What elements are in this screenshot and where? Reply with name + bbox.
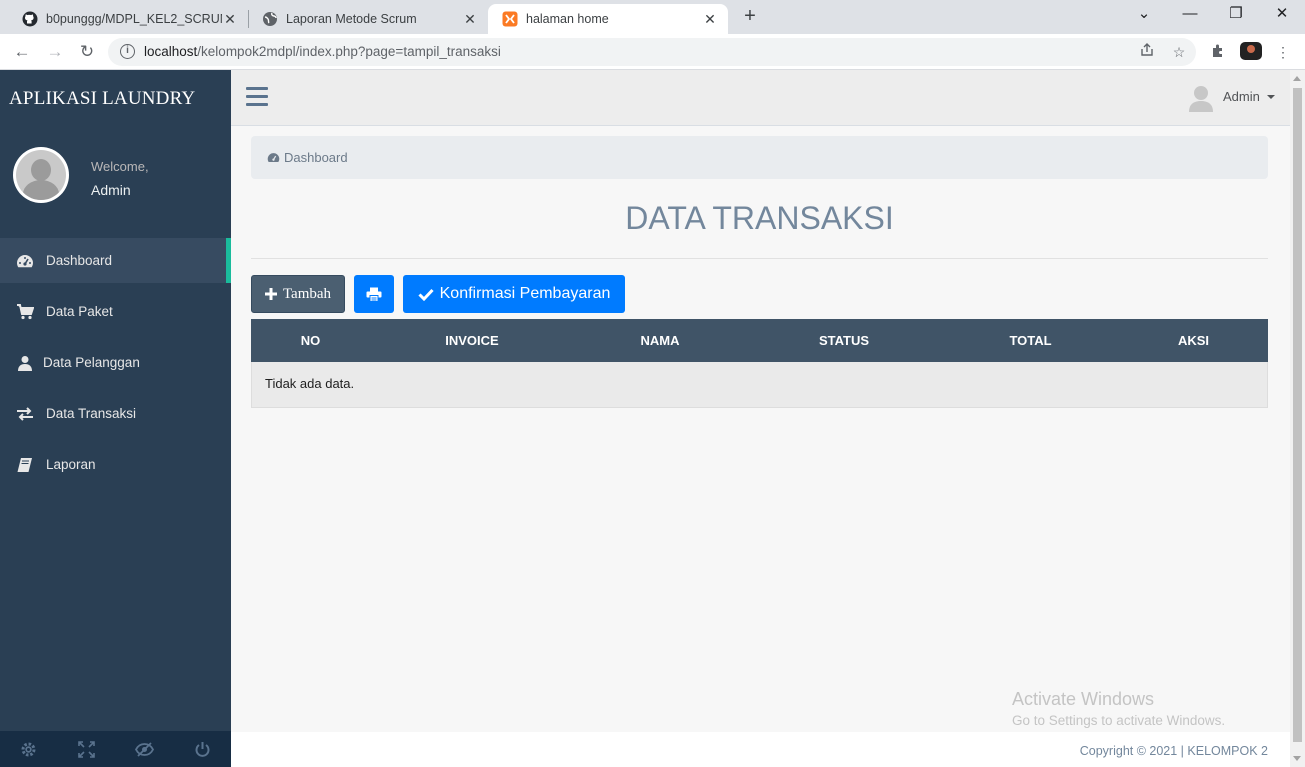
sidebar-username: Admin: [91, 182, 131, 198]
tab-title: b0punggg/MDPL_KEL2_SCRUM: [46, 12, 222, 26]
windows-activation-watermark: Activate Windows Go to Settings to activ…: [1012, 689, 1225, 728]
page-footer: Copyright © 2021 | KELOMPOK 2: [231, 732, 1290, 767]
table-header-row: NO INVOICE NAMA STATUS TOTAL AKSI: [251, 319, 1268, 362]
sidebar-item-label: Laporan: [46, 457, 96, 472]
print-icon: [366, 287, 382, 302]
check-icon: [418, 288, 434, 301]
power-icon[interactable]: [173, 731, 231, 767]
sidebar-item-label: Data Transaksi: [46, 406, 137, 421]
exchange-icon: [16, 405, 34, 423]
print-button[interactable]: [354, 275, 394, 313]
breadcrumb-dashboard-link[interactable]: Dashboard: [284, 150, 348, 165]
user-dropdown-label[interactable]: Admin: [1223, 89, 1260, 104]
tab-title: halaman home: [526, 12, 609, 26]
column-header-total: TOTAL: [1009, 333, 1052, 348]
scroll-down-arrow-icon[interactable]: [1293, 756, 1301, 761]
extensions-puzzle-icon[interactable]: [1209, 43, 1227, 61]
dashboard-icon: [267, 151, 280, 164]
sidebar-item-label: Dashboard: [46, 253, 113, 268]
empty-table-message: Tidak ada data.: [251, 362, 1268, 408]
sidebar-item-label: Data Pelanggan: [43, 355, 140, 370]
tab-title: Laporan Metode Scrum: [286, 12, 417, 26]
github-icon: [22, 11, 38, 27]
divider: [251, 258, 1268, 259]
forward-arrow-icon[interactable]: →: [42, 39, 68, 65]
sidebar: APLIKASI LAUNDRY Welcome, Admin Dashboar…: [0, 70, 231, 767]
browser-menu-icon[interactable]: ⋮: [1274, 43, 1292, 61]
button-label: Konfirmasi Pembayaran: [439, 285, 611, 302]
sidebar-item-data-pelanggan[interactable]: Data Pelanggan: [0, 340, 231, 385]
scroll-up-arrow-icon[interactable]: [1293, 76, 1301, 81]
xampp-icon: [502, 11, 518, 27]
app-brand[interactable]: APLIKASI LAUNDRY: [9, 88, 195, 110]
hide-eye-icon[interactable]: [116, 731, 174, 767]
book-icon: [16, 456, 34, 474]
column-header-aksi: AKSI: [1177, 333, 1210, 348]
caret-down-icon[interactable]: [1267, 95, 1275, 99]
close-window-icon[interactable]: ✕: [1259, 0, 1305, 30]
watermark-line-1: Activate Windows: [1012, 689, 1155, 709]
browser-tab-github[interactable]: b0punggg/MDPL_KEL2_SCRUM ✕: [8, 4, 248, 34]
restore-icon[interactable]: ❐: [1213, 0, 1259, 30]
profile-avatar: [13, 147, 69, 203]
column-header-nama: NAMA: [640, 333, 680, 348]
top-navbar: Admin: [231, 70, 1290, 126]
share-icon[interactable]: [1138, 43, 1156, 61]
profile-avatar-icon[interactable]: [1240, 42, 1262, 60]
new-tab-plus-icon[interactable]: +: [738, 5, 762, 29]
scrollbar-thumb[interactable]: [1293, 88, 1302, 742]
back-arrow-icon[interactable]: ←: [9, 39, 35, 65]
column-header-status: STATUS: [818, 333, 870, 348]
tab-search-chevron-icon[interactable]: ⌄: [1121, 0, 1167, 30]
sidebar-menu: Dashboard Data Paket Data Pelanggan Data…: [0, 238, 231, 493]
menu-toggle-hamburger-icon[interactable]: [246, 87, 268, 107]
sidebar-item-laporan[interactable]: Laporan: [0, 442, 231, 487]
plus-icon: [264, 288, 277, 300]
browser-tab-laporan[interactable]: Laporan Metode Scrum ✕: [248, 4, 488, 34]
column-header-invoice: INVOICE: [445, 333, 499, 348]
sidebar-item-label: Data Paket: [46, 304, 113, 319]
close-tab-icon[interactable]: ✕: [702, 11, 718, 28]
confirm-payment-button[interactable]: Konfirmasi Pembayaran: [403, 275, 625, 313]
close-tab-icon[interactable]: ✕: [462, 11, 478, 28]
page-scrollbar[interactable]: [1290, 70, 1305, 767]
watermark-line-2: Go to Settings to activate Windows.: [1012, 713, 1226, 728]
add-transaction-button[interactable]: Tambah: [251, 275, 345, 313]
cart-icon: [16, 303, 34, 321]
column-header-no: NO: [300, 333, 321, 348]
fullscreen-icon[interactable]: [58, 731, 116, 767]
transactions-table: NO INVOICE NAMA STATUS TOTAL AKSI Tidak …: [251, 319, 1268, 408]
minimize-icon[interactable]: —: [1167, 0, 1213, 30]
sidebar-item-data-transaksi[interactable]: Data Transaksi: [0, 391, 231, 436]
dashboard-icon: [16, 252, 34, 270]
close-tab-icon[interactable]: ✕: [222, 11, 238, 28]
page-title: DATA TRANSAKSI: [625, 200, 894, 236]
sidebar-item-dashboard[interactable]: Dashboard: [0, 238, 231, 283]
browser-toolbar: ← → ↻ i localhost/kelompok2mdpl/index.ph…: [0, 34, 1305, 70]
browser-tab-halaman-home[interactable]: halaman home ✕: [488, 4, 728, 34]
browser-tab-strip: b0punggg/MDPL_KEL2_SCRUM ✕ Laporan Metod…: [0, 0, 1305, 34]
breadcrumb: Dashboard: [251, 136, 1268, 179]
button-label: Tambah: [282, 285, 332, 302]
bookmark-star-icon[interactable]: ☆: [1170, 43, 1188, 61]
welcome-text: Welcome,: [91, 159, 149, 174]
settings-icon[interactable]: [0, 731, 58, 767]
reload-icon[interactable]: ↻: [74, 39, 100, 65]
site-info-icon[interactable]: i: [120, 44, 135, 59]
copyright-text: Copyright © 2021 | KELOMPOK 2: [1079, 744, 1268, 758]
user-icon: [16, 354, 34, 372]
user-avatar-icon[interactable]: [1188, 84, 1214, 112]
globe-icon: [262, 11, 278, 27]
sidebar-footer: [0, 731, 231, 767]
sidebar-item-data-paket[interactable]: Data Paket: [0, 289, 231, 334]
address-bar[interactable]: i localhost/kelompok2mdpl/index.php?page…: [108, 38, 1196, 66]
url-text: localhost/kelompok2mdpl/index.php?page=t…: [144, 44, 501, 59]
